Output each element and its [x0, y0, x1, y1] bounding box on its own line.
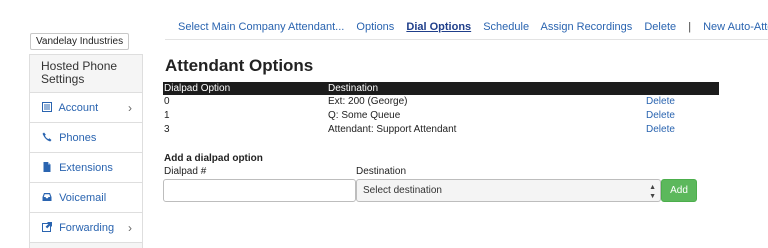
delete-link[interactable]: Delete	[646, 123, 675, 137]
chevron-right-icon: ›	[128, 221, 132, 235]
cell-option: 1	[164, 110, 170, 121]
sidebar-item-forwarding[interactable]: Forwarding ›	[30, 213, 142, 243]
nav-assign-recordings[interactable]: Assign Recordings	[541, 21, 633, 33]
nav-select-main-attendant[interactable]: Select Main Company Attendant...	[178, 21, 344, 33]
nav-options[interactable]: Options	[356, 21, 394, 33]
nav-separator: |	[688, 21, 692, 33]
add-dialpad-option-title: Add a dialpad option	[164, 153, 263, 164]
table-row: 3 Attendant: Support Attendant Delete	[163, 123, 719, 137]
delete-link[interactable]: Delete	[646, 109, 675, 123]
page-title: Attendant Options	[165, 56, 314, 75]
nav-row: Select Main Company Attendant... Options…	[178, 21, 768, 33]
phone-icon	[42, 132, 52, 142]
table-header: Dialpad Option Destination	[163, 82, 719, 95]
sidebar-item-voicemail[interactable]: Voicemail	[30, 183, 142, 213]
cell-destination: Ext: 200 (George)	[328, 96, 408, 107]
sidebar-item-phones[interactable]: Phones	[30, 123, 142, 153]
dialpad-label: Dialpad #	[164, 166, 207, 177]
select-arrows-icon: ▲ ▼	[649, 184, 656, 200]
cell-destination: Q: Some Queue	[328, 110, 401, 121]
share-icon	[42, 222, 52, 232]
delete-link[interactable]: Delete	[646, 95, 675, 109]
nav-schedule[interactable]: Schedule	[483, 21, 529, 33]
top-navigation: Select Main Company Attendant... Options…	[165, 11, 768, 40]
nav-dial-options[interactable]: Dial Options	[406, 21, 471, 33]
sidebar-item-extensions[interactable]: Extensions	[30, 153, 142, 183]
add-button[interactable]: Add	[661, 179, 697, 202]
destination-label: Destination	[356, 166, 407, 177]
company-selector[interactable]: Vandelay Industries	[30, 33, 130, 50]
sidebar: Hosted Phone Settings Account › Phones E…	[29, 54, 143, 248]
header-destination: Destination	[328, 83, 379, 94]
table-row: 0 Ext: 200 (George) Delete	[163, 95, 719, 109]
dialpad-input[interactable]	[163, 179, 356, 202]
dialpad-options-table: Dialpad Option Destination 0 Ext: 200 (G…	[163, 82, 719, 137]
sidebar-item-label: Account	[58, 102, 99, 114]
sidebar-item-label: Extensions	[59, 162, 113, 174]
sidebar-item-label: Forwarding	[59, 222, 115, 234]
sidebar-header: Hosted Phone Settings	[30, 55, 142, 93]
sidebar-item-label: Phones	[59, 132, 97, 144]
cell-option: 0	[164, 96, 170, 107]
cell-option: 3	[164, 124, 170, 135]
cell-destination: Attendant: Support Attendant	[328, 124, 457, 135]
destination-selected-value: Select destination	[363, 185, 442, 196]
table-row: 1 Q: Some Queue Delete	[163, 109, 719, 123]
nav-new-auto-attendant[interactable]: New Auto-Attendant	[703, 21, 768, 33]
list-icon	[42, 102, 52, 112]
sidebar-item-label: Voicemail	[59, 192, 107, 204]
nav-delete[interactable]: Delete	[644, 21, 676, 33]
inbox-icon	[42, 193, 52, 201]
chevron-right-icon: ›	[128, 101, 132, 115]
destination-select[interactable]: Select destination ▲ ▼	[356, 179, 661, 202]
document-icon	[43, 162, 51, 172]
sidebar-item-account[interactable]: Account ›	[30, 93, 142, 123]
header-dialpad-option: Dialpad Option	[164, 83, 231, 94]
